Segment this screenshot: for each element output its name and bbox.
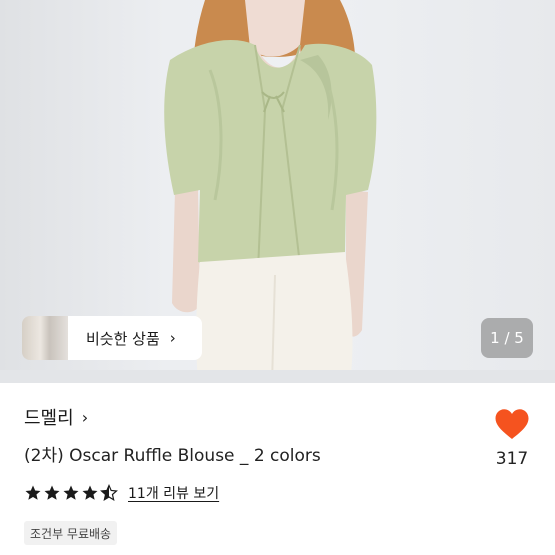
similar-products-button[interactable]: 비슷한 상품 › (68, 316, 202, 360)
product-photo[interactable]: 비슷한 상품 › 1 / 5 (0, 0, 555, 383)
like-count: 317 (495, 449, 529, 469)
star-icon (82, 485, 98, 500)
heart-icon[interactable] (494, 407, 530, 441)
star-icon (44, 485, 60, 500)
reviews-link[interactable]: 11개 리뷰 보기 (128, 483, 219, 503)
shop-link[interactable]: 드멜리 › (24, 404, 88, 430)
rating-row: 11개 리뷰 보기 (24, 483, 219, 503)
shop-name: 드멜리 (24, 408, 74, 429)
like-button[interactable]: 317 (492, 407, 532, 469)
similar-products-label: 비슷한 상품 (86, 329, 160, 348)
star-icon (63, 485, 79, 500)
similar-products[interactable]: 비슷한 상품 › (22, 316, 202, 360)
product-title: (2차) Oscar Ruffle Blouse _ 2 colors (24, 446, 321, 466)
product-info: 드멜리 › (2차) Oscar Ruffle Blouse _ 2 color… (0, 383, 555, 555)
star-icon (25, 485, 41, 500)
similar-thumbnail[interactable] (22, 316, 68, 360)
chevron-right-icon: › (81, 407, 89, 427)
image-counter: 1 / 5 (481, 318, 533, 358)
rating-stars (24, 484, 118, 502)
star-half-icon (100, 484, 118, 501)
chevron-right-icon: › (169, 329, 176, 347)
shipping-badge: 조건부 무료배송 (24, 521, 118, 545)
